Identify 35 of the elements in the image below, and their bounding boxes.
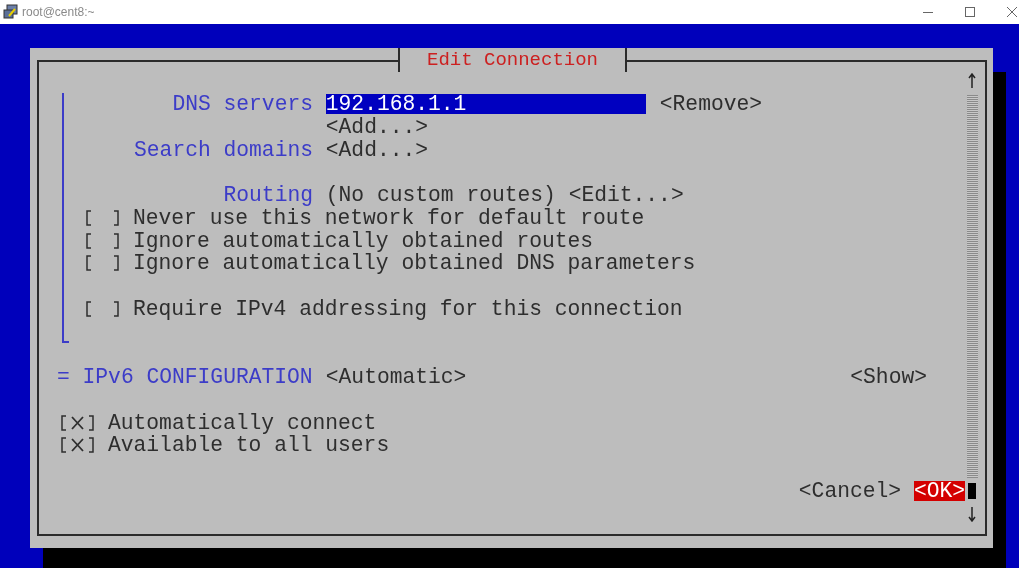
close-icon[interactable] xyxy=(1006,6,1018,18)
text-cursor xyxy=(968,482,976,499)
input-field[interactable]: 192.168.1.1 xyxy=(325,94,646,115)
checkbox[interactable] xyxy=(85,208,120,227)
ok-button[interactable]: <OK> xyxy=(913,480,965,501)
window-title: root@cent8:~ xyxy=(22,5,95,19)
dialog-title: Edit Connection xyxy=(398,48,627,72)
add-button[interactable]: <Add...> xyxy=(325,116,429,137)
checkbox[interactable] xyxy=(60,413,95,432)
checkbox[interactable] xyxy=(85,254,120,273)
cancel-button[interactable]: <Cancel> xyxy=(798,480,902,501)
show-button[interactable]: <Show> xyxy=(850,367,927,388)
edit-button[interactable]: <Edit...> xyxy=(568,185,684,206)
field-label: Routing xyxy=(222,183,313,208)
checkbox-label: Require IPv4 addressing for this connection xyxy=(133,296,683,321)
mode-button[interactable]: <Automatic> xyxy=(325,367,467,388)
checkbox-label: Ignore automatically obtained DNS parameters xyxy=(133,251,696,276)
scroll-up-icon[interactable] xyxy=(968,73,976,90)
scroll-down-icon[interactable] xyxy=(968,505,976,522)
routes-value: (No custom routes) xyxy=(325,183,556,208)
checkbox[interactable] xyxy=(85,231,120,250)
checkbox-label: Never use this network for default route xyxy=(133,205,645,230)
checkbox-label: Automatically connect xyxy=(108,410,377,435)
section-heading: = IPv6 CONFIGURATION xyxy=(57,365,313,390)
checkbox[interactable] xyxy=(60,436,95,455)
field-label: DNS servers xyxy=(171,92,313,117)
field-label: Search domains xyxy=(133,137,313,162)
terminal-icon xyxy=(3,4,19,20)
checkbox[interactable] xyxy=(85,299,120,318)
add-button[interactable]: <Add...> xyxy=(325,139,429,160)
remove-button[interactable]: <Remove> xyxy=(659,94,763,115)
maximize-icon[interactable] xyxy=(964,6,976,18)
scrollbar-track[interactable] xyxy=(966,94,978,478)
checkbox-label: Available to all users xyxy=(108,433,390,458)
checkbox-label: Ignore automatically obtained routes xyxy=(133,228,594,253)
